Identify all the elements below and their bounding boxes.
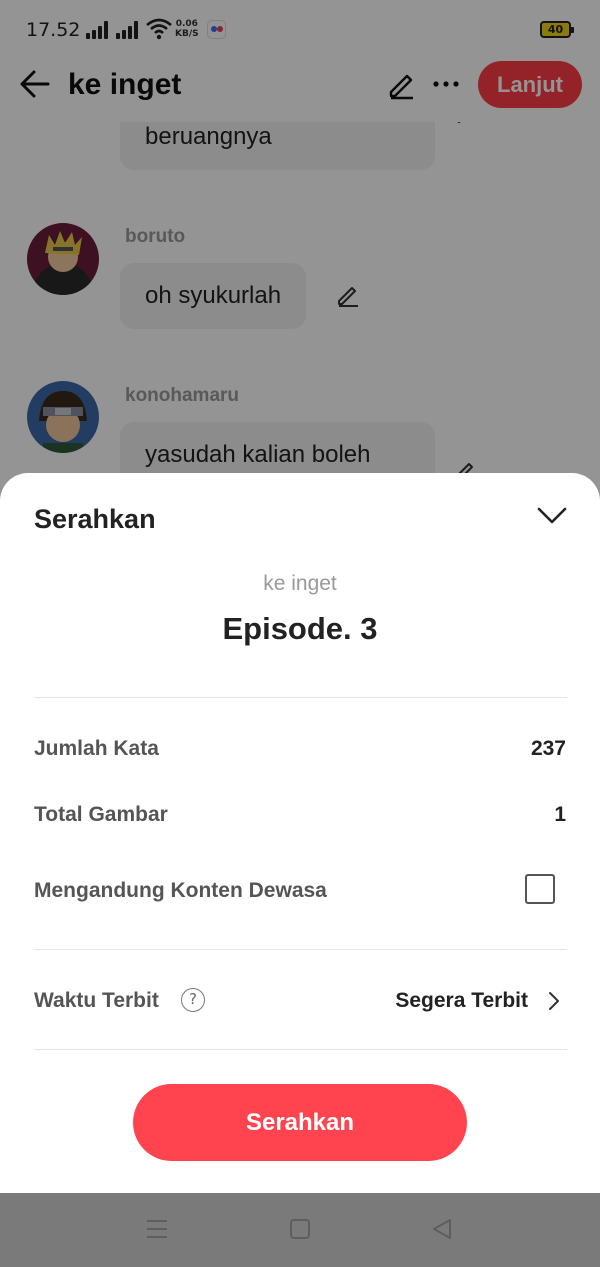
divider [34,1049,567,1050]
question-help-icon[interactable]: ? [181,988,205,1012]
word-count-label: Jumlah Kata [34,737,159,760]
episode-title: Episode. 3 [222,611,378,646]
image-total-value: 1 [554,803,566,826]
publish-time-value[interactable]: Segera Terbit [395,989,528,1013]
chevron-down-icon[interactable] [535,498,569,532]
publish-time-label: Waktu Terbit [34,989,159,1012]
image-total-label: Total Gambar [34,803,168,826]
sheet-title: Serahkan [34,504,156,534]
chevron-right-icon[interactable] [545,990,563,1012]
divider [34,949,567,950]
back-nav-icon[interactable] [430,1218,454,1240]
editor-screen: 17.52 0.06 KB/S 40 ke inget Lanjut berua… [0,0,600,1267]
word-count-value: 237 [530,737,566,760]
adult-content-checkbox[interactable] [525,874,555,904]
series-name: ke inget [263,572,337,595]
submit-button[interactable]: Serahkan [133,1084,467,1161]
divider [34,697,567,698]
system-nav-bar [0,1193,600,1267]
submit-bottom-sheet: Serahkan ke inget Episode. 3 Jumlah Kata… [0,473,600,1193]
adult-content-label: Mengandung Konten Dewasa [34,879,327,902]
home-nav-icon[interactable] [288,1218,312,1240]
menu-nav-icon[interactable] [145,1218,169,1240]
